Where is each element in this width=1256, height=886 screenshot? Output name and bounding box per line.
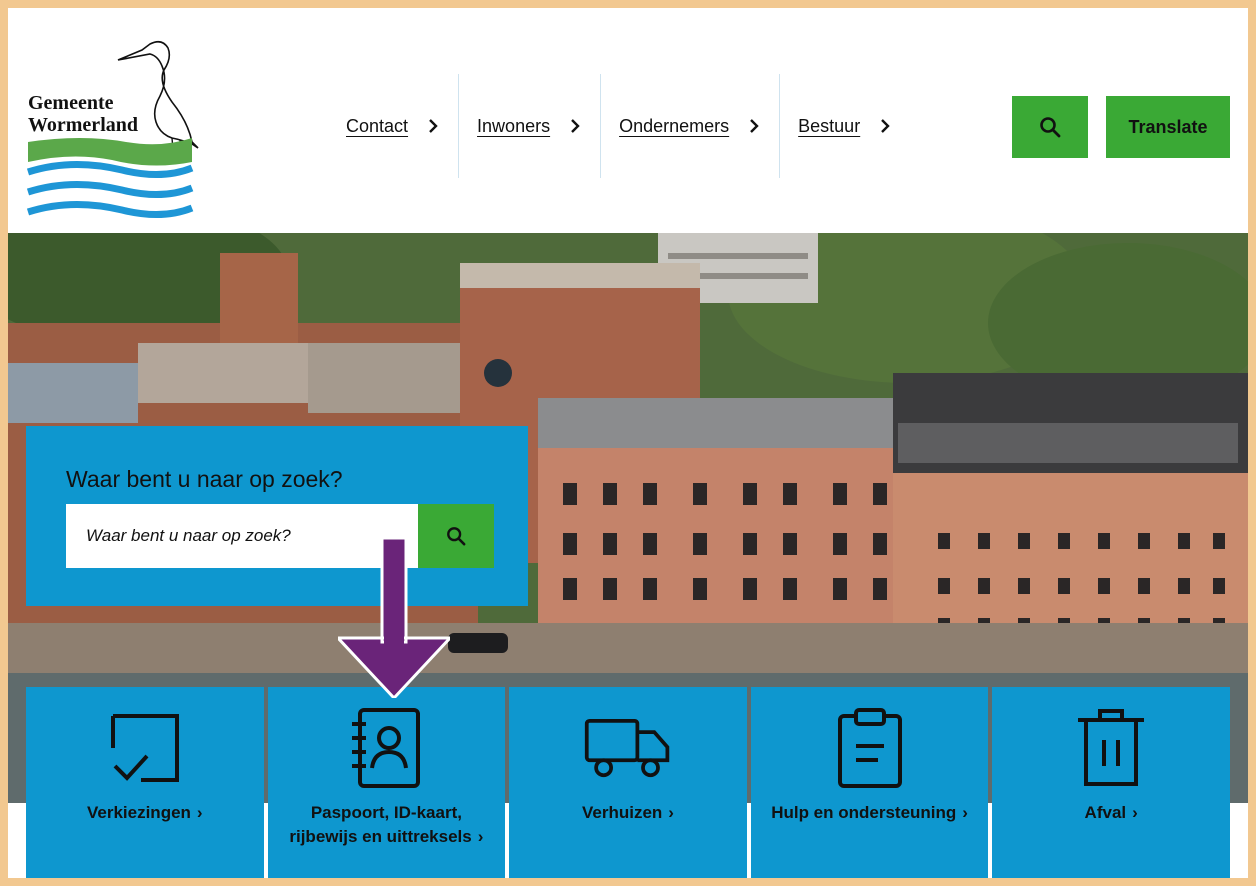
- chevron-right-icon: ›: [477, 827, 484, 846]
- logo-wordmark: Gemeente Wormerland: [28, 92, 138, 136]
- tile-verhuizen[interactable]: Verhuizen ›: [509, 687, 747, 878]
- chevron-right-icon: [881, 119, 890, 133]
- chevron-right-icon: [429, 119, 438, 133]
- page-frame: Gemeente Wormerland Contact Inwoners Ond…: [8, 8, 1248, 878]
- nav-link-bestuur[interactable]: Bestuur: [798, 116, 860, 137]
- main-nav: Contact Inwoners Ondernemers Bestuur: [328, 74, 910, 178]
- trash-icon: [1066, 703, 1156, 793]
- chevron-right-icon: ›: [668, 803, 674, 822]
- chevron-right-icon: ›: [962, 803, 968, 822]
- truck-icon: [583, 703, 673, 793]
- tile-label-text: Verkiezingen: [86, 803, 191, 822]
- tile-label: Verkiezingen ›: [26, 801, 264, 825]
- chevron-right-icon: [571, 119, 580, 133]
- search-title: Waar bent u naar op zoek?: [66, 466, 343, 492]
- gemeente-logo[interactable]: Gemeente Wormerland: [22, 30, 212, 230]
- nav-item-contact[interactable]: Contact: [328, 74, 460, 178]
- tile-verkiezingen[interactable]: Verkiezingen ›: [26, 687, 264, 878]
- tile-label: Verhuizen ›: [509, 801, 747, 825]
- tile-label: Hulp en ondersteuning ›: [751, 801, 989, 825]
- chevron-right-icon: [750, 119, 759, 133]
- header-search-button[interactable]: [1012, 96, 1088, 158]
- nav-item-inwoners[interactable]: Inwoners: [459, 74, 602, 178]
- annotation-arrow-icon: [338, 538, 450, 698]
- tile-paspoort[interactable]: Paspoort, ID-kaart, rijbewijs en uittrek…: [267, 687, 506, 878]
- tile-label-text: Afval: [1084, 803, 1127, 822]
- tile-label-text: Verhuizen: [581, 803, 663, 822]
- tile-hulp[interactable]: Hulp en ondersteuning ›: [750, 687, 989, 878]
- nav-link-ondernemers[interactable]: Ondernemers: [619, 116, 729, 137]
- clipboard-icon: [825, 703, 915, 793]
- nav-item-bestuur[interactable]: Bestuur: [780, 74, 910, 178]
- tile-afval[interactable]: Afval ›: [992, 687, 1230, 878]
- site-header: Gemeente Wormerland Contact Inwoners Ond…: [8, 8, 1248, 233]
- nav-link-inwoners[interactable]: Inwoners: [477, 116, 550, 137]
- tile-label: Afval ›: [992, 801, 1230, 825]
- task-tiles: Verkiezingen › Paspoort, ID-kaart, rijbew…: [26, 687, 1230, 878]
- chevron-right-icon: ›: [196, 803, 203, 822]
- tile-label-text: Hulp en ondersteuning: [771, 803, 957, 822]
- chevron-right-icon: ›: [1132, 803, 1138, 822]
- tile-label: Paspoort, ID-kaart, rijbewijs en uittrek…: [268, 801, 506, 849]
- nav-link-contact[interactable]: Contact: [346, 116, 408, 137]
- logo-line-1: Gemeente: [28, 92, 114, 114]
- tile-label-text: Paspoort, ID-kaart, rijbewijs en uittrek…: [289, 803, 472, 846]
- search-panel: Waar bent u naar op zoek?: [26, 426, 528, 606]
- search-icon: [1040, 117, 1061, 138]
- translate-button[interactable]: Translate: [1106, 96, 1230, 158]
- ballot-check-icon: [100, 703, 190, 793]
- contact-book-icon: [341, 703, 431, 793]
- logo-line-2: Wormerland: [28, 114, 138, 136]
- nav-item-ondernemers[interactable]: Ondernemers: [601, 74, 781, 178]
